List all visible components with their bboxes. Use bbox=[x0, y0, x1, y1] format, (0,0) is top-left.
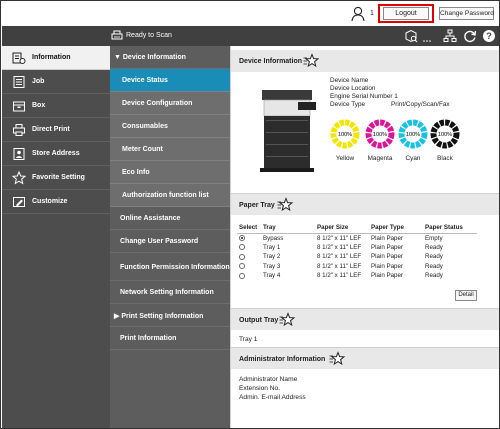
subnav-change-user-password[interactable]: Change User Password bbox=[110, 230, 230, 253]
address-book-icon bbox=[13, 148, 25, 160]
device-name-label: Device Name bbox=[330, 77, 369, 84]
favorite-star-icon[interactable] bbox=[277, 197, 293, 213]
device-image bbox=[260, 90, 316, 172]
admin-name-label: Administrator Name bbox=[239, 376, 298, 383]
subnav-print-information[interactable]: Print Information bbox=[110, 327, 230, 350]
admin-email-label: Admin. E-mail Address bbox=[239, 394, 306, 401]
svg-text:100%: 100% bbox=[338, 132, 352, 138]
subnav-device-status[interactable]: Device Status bbox=[110, 69, 230, 92]
engine-serial-label: Engine Serial Number 1 bbox=[330, 93, 398, 100]
left-nav-item-box[interactable]: Box bbox=[2, 94, 110, 118]
left-nav-label: Customize bbox=[32, 198, 68, 205]
favorite-star-icon[interactable] bbox=[279, 312, 295, 328]
tray-radio-tray-4[interactable] bbox=[239, 272, 245, 279]
table-row: Tray 2 8 1/2" x 11" LEF Plain Paper Read… bbox=[237, 252, 477, 262]
admin-extension-label: Extension No. bbox=[239, 385, 281, 392]
table-row: Bypass 8 1/2" x 11" LEF Plain Paper Empt… bbox=[237, 233, 477, 243]
toner-yellow-label: Yellow bbox=[335, 155, 355, 162]
left-nav-item-favorite-setting[interactable]: Favorite Setting bbox=[2, 166, 110, 190]
left-nav-label: Store Address bbox=[32, 150, 80, 157]
left-nav-item-information[interactable]: Information bbox=[2, 46, 110, 70]
paper-tray-header: Paper Tray bbox=[231, 193, 499, 215]
scanner-icon bbox=[111, 30, 123, 40]
subnav-print-setting-information[interactable]: ▶ Print Setting Information bbox=[110, 304, 230, 327]
refresh-icon[interactable] bbox=[463, 29, 477, 43]
left-nav-item-direct-print[interactable]: Direct Print bbox=[2, 118, 110, 142]
favorite-star-icon[interactable] bbox=[329, 351, 345, 367]
device-type-value: Print/Copy/Scan/Fax bbox=[391, 101, 450, 108]
output-tray-header: Output Tray bbox=[231, 308, 499, 330]
column-header: Tray bbox=[261, 223, 315, 234]
svg-text:100%: 100% bbox=[438, 132, 452, 138]
table-row: Tray 1 8 1/2" x 11" LEF Plain Paper Read… bbox=[237, 243, 477, 253]
subnav-network-setting-information[interactable]: Network Setting Information bbox=[110, 281, 230, 304]
more-dots-icon[interactable] bbox=[422, 29, 432, 43]
sitemap-icon[interactable] bbox=[443, 29, 457, 43]
paper-tray-table: Select Tray Paper Size Paper Type Paper … bbox=[237, 223, 477, 281]
change-password-button[interactable]: Change Password bbox=[439, 7, 494, 20]
subnav-eco-info[interactable]: Eco Info bbox=[110, 161, 230, 184]
subnav-function-permission-information[interactable]: Function Permission Information bbox=[110, 256, 230, 281]
left-nav-label: Job bbox=[32, 78, 45, 85]
tray-radio-bypass[interactable] bbox=[239, 235, 245, 241]
subnav-authorization-function-list[interactable]: Authorization function list bbox=[110, 184, 230, 207]
favorite-star-icon[interactable] bbox=[303, 53, 319, 69]
user-icon[interactable] bbox=[351, 6, 365, 22]
table-row: Tray 3 8 1/2" x 11" LEF Plain Paper Read… bbox=[237, 262, 477, 272]
left-nav: Information Job Box Direct Print Store A… bbox=[2, 46, 110, 428]
toner-yellow-gauge: 100% bbox=[330, 119, 360, 149]
tray-radio-tray-2[interactable] bbox=[239, 253, 245, 260]
customize-icon bbox=[13, 197, 25, 207]
administrator-information-header: Administrator Information bbox=[231, 347, 499, 369]
column-header: Paper Status bbox=[423, 223, 477, 234]
table-header-row: Select Tray Paper Size Paper Type Paper … bbox=[237, 223, 477, 234]
box-icon bbox=[13, 101, 25, 112]
left-nav-item-store-address[interactable]: Store Address bbox=[2, 142, 110, 166]
search-device-icon[interactable] bbox=[404, 29, 418, 43]
star-icon bbox=[12, 171, 26, 185]
sub-nav: ▼ Device Information Device Status Devic… bbox=[110, 46, 230, 428]
column-header: Paper Size bbox=[315, 223, 369, 234]
tray-radio-tray-3[interactable] bbox=[239, 263, 245, 270]
left-nav-item-customize[interactable]: Customize bbox=[2, 190, 110, 214]
toner-black-gauge: 100% bbox=[430, 119, 460, 149]
svg-text:100%: 100% bbox=[373, 132, 387, 138]
toner-magenta-gauge: 100% bbox=[365, 119, 395, 149]
tray-radio-tray-1[interactable] bbox=[239, 244, 245, 251]
expand-down-icon: ▼ bbox=[114, 54, 123, 61]
left-nav-label: Box bbox=[32, 102, 46, 109]
direct-print-icon bbox=[13, 124, 25, 136]
main-panel: Device Information Device Name Device Lo… bbox=[230, 46, 499, 428]
table-row: Tray 4 8 1/2" x 11" LEF Plain Paper Read… bbox=[237, 271, 477, 281]
output-tray-value: Tray 1 bbox=[239, 336, 258, 343]
subnav-device-configuration[interactable]: Device Configuration bbox=[110, 92, 230, 115]
app-window: 1 Logout Change Password Ready to Scan ?… bbox=[0, 0, 500, 429]
help-icon[interactable]: ? bbox=[482, 29, 496, 43]
left-nav-label: Information bbox=[32, 54, 71, 61]
left-nav-label: Direct Print bbox=[32, 126, 70, 133]
subnav-consumables[interactable]: Consumables bbox=[110, 115, 230, 138]
column-header: Paper Type bbox=[369, 223, 423, 234]
toner-black-label: Black bbox=[437, 155, 453, 162]
top-bar: 1 Logout Change Password bbox=[2, 2, 499, 26]
left-nav-item-job[interactable]: Job bbox=[2, 70, 110, 94]
user-count: 1 bbox=[370, 10, 374, 17]
job-icon bbox=[13, 76, 25, 88]
logout-button[interactable]: Logout bbox=[383, 7, 429, 20]
detail-button[interactable]: Detail bbox=[455, 290, 477, 301]
column-header: Select bbox=[237, 223, 261, 234]
svg-text:100%: 100% bbox=[406, 132, 420, 138]
device-information-header: Device Information bbox=[231, 50, 499, 72]
info-icon bbox=[12, 52, 26, 64]
device-location-label: Device Location bbox=[330, 85, 376, 92]
device-status-text: Ready to Scan bbox=[126, 32, 172, 39]
status-toolbar: Ready to Scan ? bbox=[2, 26, 499, 46]
toner-cyan-gauge: 100% bbox=[398, 119, 428, 149]
subnav-device-information[interactable]: ▼ Device Information bbox=[110, 46, 230, 69]
subnav-meter-count[interactable]: Meter Count bbox=[110, 138, 230, 161]
left-nav-label: Favorite Setting bbox=[32, 174, 85, 181]
subnav-online-assistance[interactable]: Online Assistance bbox=[110, 207, 230, 230]
device-type-label: Device Type bbox=[330, 101, 366, 108]
svg-text:?: ? bbox=[486, 31, 492, 41]
